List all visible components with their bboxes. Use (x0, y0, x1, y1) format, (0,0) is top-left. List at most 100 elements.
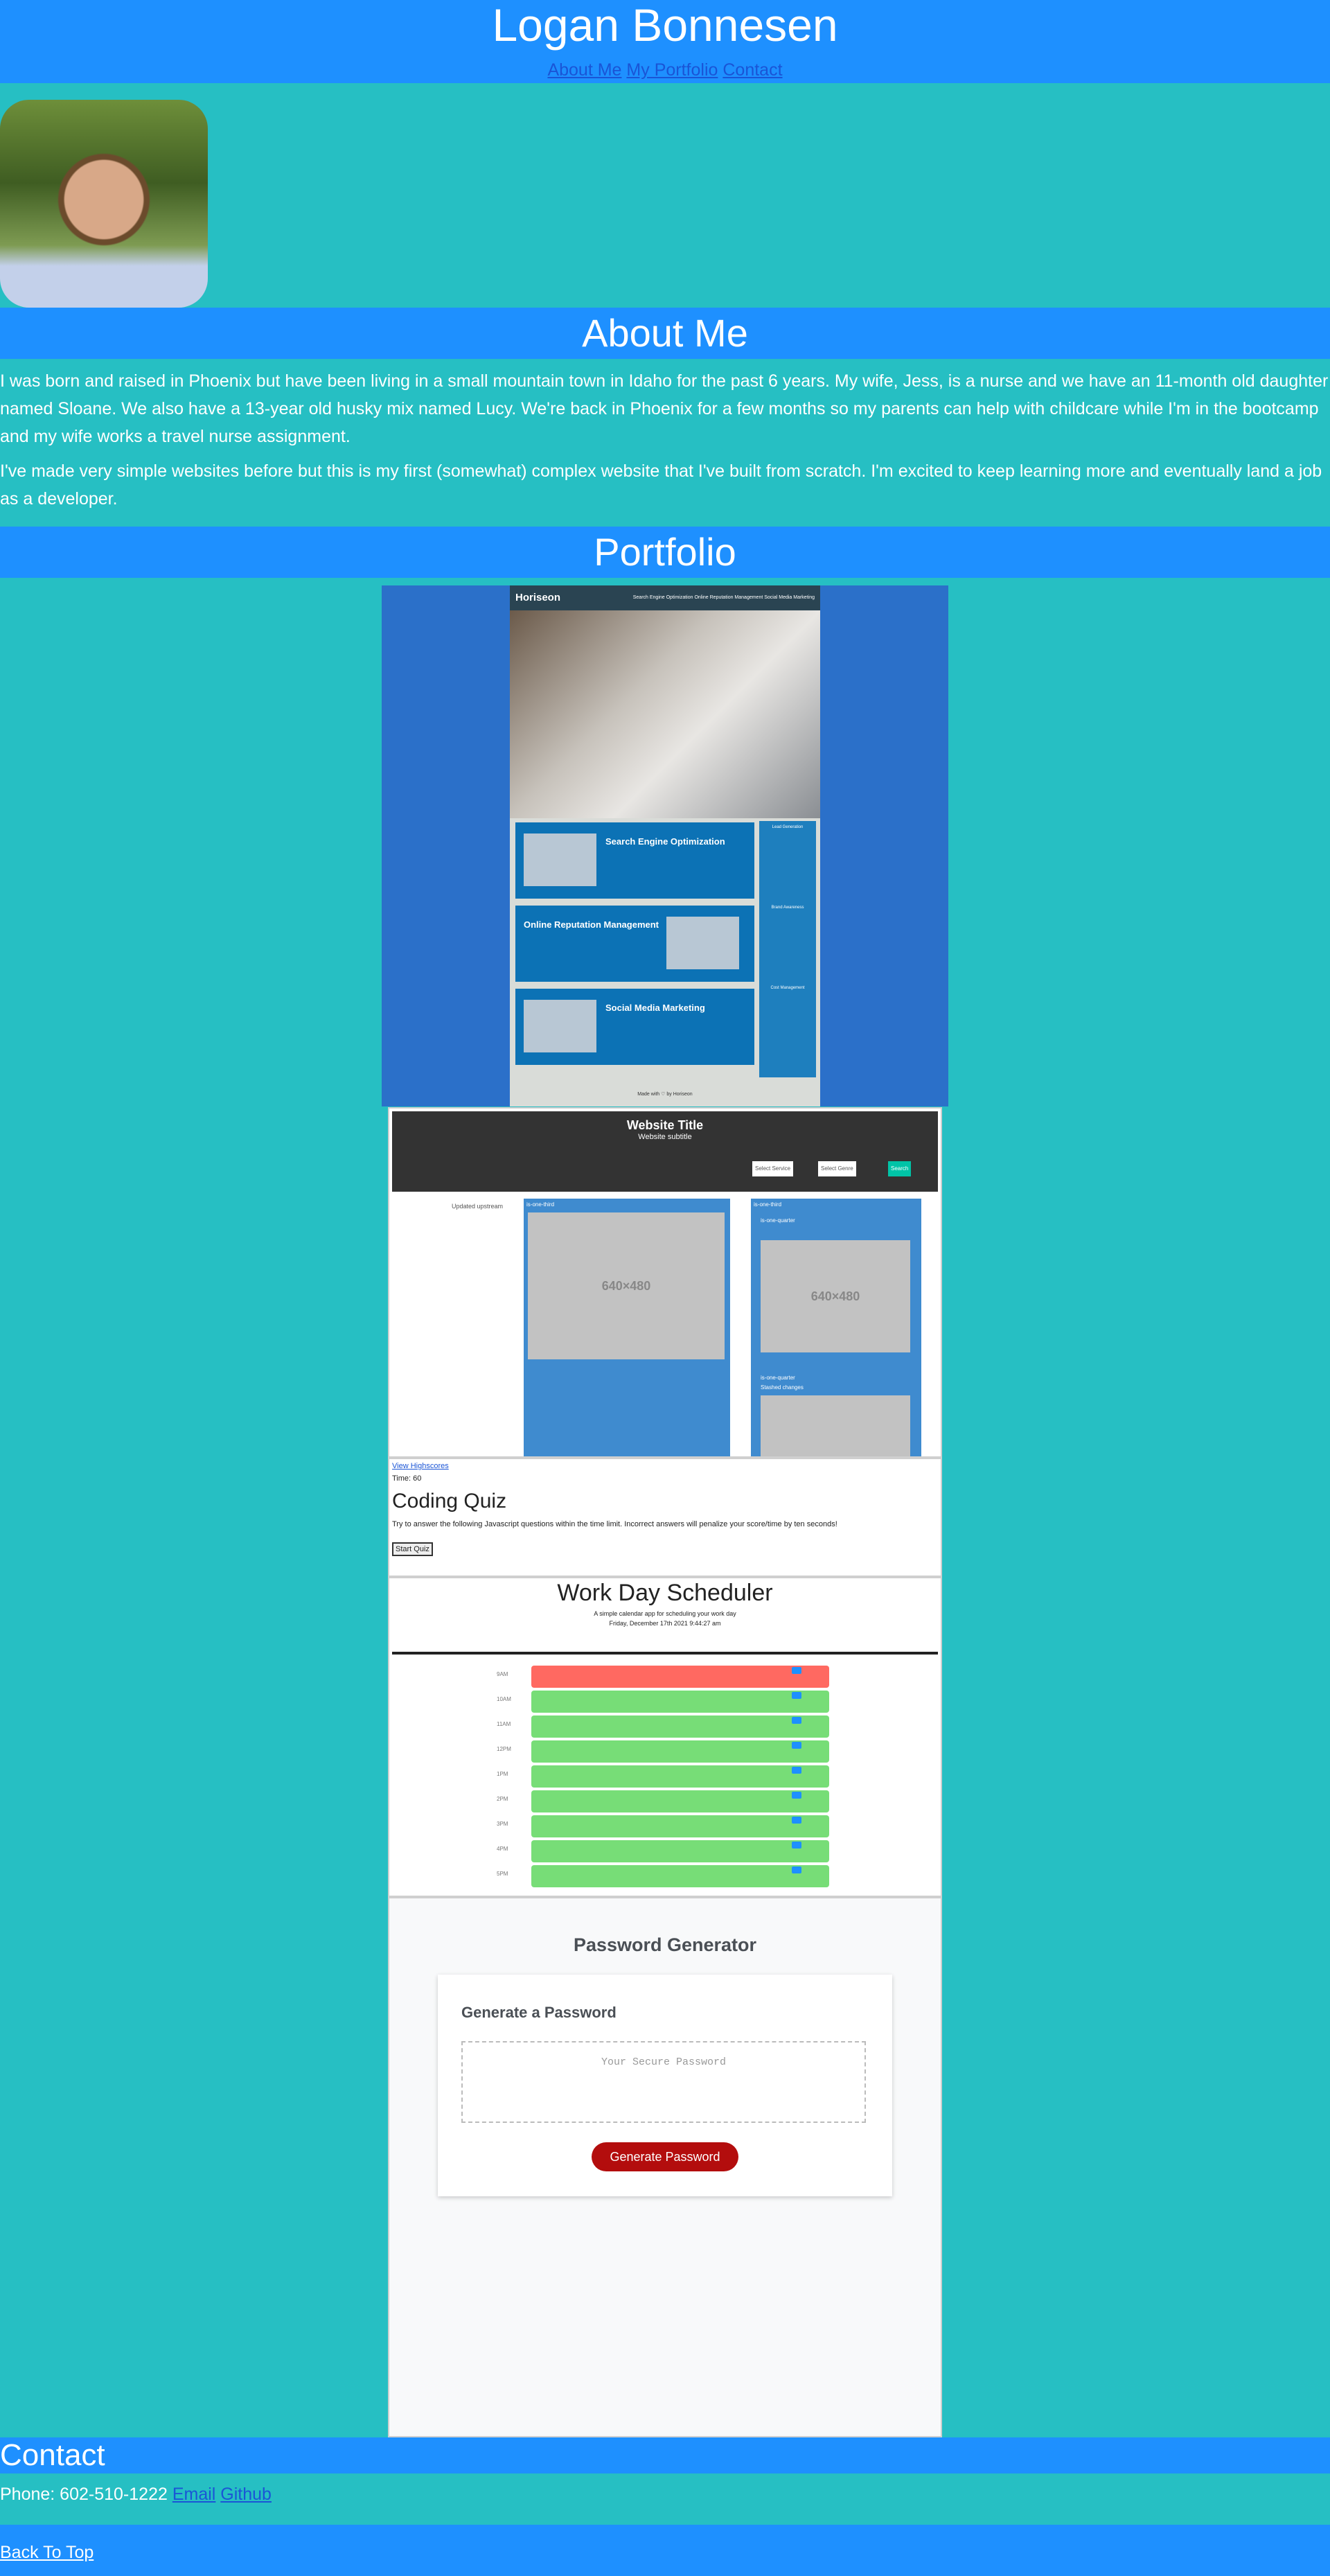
horiseon-box: Online Reputation Management (515, 906, 754, 982)
column-label: is-one-third (526, 1201, 555, 1208)
wt-subtitle: Website subtitle (638, 1133, 692, 1141)
horiseon-page: Horiseon Search Engine Optimization Onli… (510, 585, 820, 1106)
side-title: Brand Awareness (771, 906, 804, 910)
profile-photo (0, 100, 208, 308)
image-placeholder: 640×480 (528, 1212, 725, 1359)
time-block (531, 1715, 829, 1738)
scheduler-divider (392, 1652, 938, 1655)
save-icon (792, 1817, 801, 1824)
time-block (531, 1790, 829, 1812)
hour-label: 3PM (497, 1821, 508, 1827)
save-icon (792, 1867, 801, 1873)
wt-column: is-one-third 640×480 (524, 1199, 730, 1456)
wt-column: is-one-third is-one-quarter 640×480 is-o… (751, 1199, 921, 1456)
contact-section-title: Contact (0, 2437, 1330, 2473)
time-block-row: 4PM (497, 1840, 829, 1862)
password-card: Generate a Password Your Secure Password… (438, 1975, 892, 2196)
nav-link-contact[interactable]: Contact (722, 60, 782, 80)
project-horiseon[interactable]: Horiseon Search Engine Optimization Onli… (382, 585, 948, 1106)
site-footer: Back To Top (0, 2525, 1330, 2576)
time-block (531, 1740, 829, 1763)
hour-label: 9AM (497, 1671, 508, 1677)
scheduler-subtitle: A simple calendar app for scheduling you… (594, 1610, 736, 1617)
save-icon (792, 1792, 801, 1799)
hour-label: 12PM (497, 1746, 511, 1752)
time-block-row: 12PM (497, 1740, 829, 1763)
card-title: Generate a Password (461, 2004, 617, 2021)
time-block-row: 2PM (497, 1790, 829, 1812)
hour-label: 4PM (497, 1846, 508, 1852)
horiseon-box: Social Media Marketing (515, 989, 754, 1065)
horiseon-box: Search Engine Optimization (515, 822, 754, 899)
portfolio-section-title: Portfolio (0, 527, 1330, 578)
horiseon-nav: Horiseon Search Engine Optimization Onli… (510, 585, 820, 610)
stashed-changes-text: Stashed changes (761, 1384, 804, 1391)
box-image (666, 917, 739, 969)
generate-password-button: Generate Password (592, 2142, 738, 2171)
about-paragraph: I was born and raised in Phoenix but hav… (0, 371, 1329, 446)
time-block-row: 11AM (497, 1715, 829, 1738)
quiz-timer: Time: 60 (392, 1474, 422, 1483)
save-icon (792, 1717, 801, 1724)
image-placeholder: 640×480 (761, 1240, 910, 1352)
phone-number: Phone: 602-510-1222 (0, 2485, 168, 2504)
box-title: Online Reputation Management (524, 919, 659, 930)
hour-label: 2PM (497, 1796, 508, 1802)
nav-link-portfolio[interactable]: My Portfolio (626, 60, 718, 80)
hour-label: 11AM (497, 1721, 511, 1727)
password-output: Your Secure Password (461, 2041, 866, 2123)
back-to-top-link[interactable]: Back To Top (0, 2543, 94, 2563)
email-link[interactable]: Email (172, 2485, 216, 2504)
time-block (531, 1840, 829, 1862)
time-block-row: 3PM (497, 1815, 829, 1837)
wt-header: Website Title Website subtitle Select Se… (392, 1111, 938, 1192)
column-label: is-one-third (754, 1201, 782, 1208)
horiseon-brand-bold: seon (536, 592, 561, 603)
time-block-row: 1PM (497, 1765, 829, 1788)
view-highscores-link: View Highscores (392, 1462, 449, 1470)
hour-label: 1PM (497, 1771, 508, 1777)
scheduler-title: Work Day Scheduler (557, 1580, 773, 1606)
time-block-row: 9AM (497, 1666, 829, 1688)
updated-upstream-text: Updated upstream (452, 1203, 504, 1210)
save-icon (792, 1692, 801, 1699)
password-heading: Password Generator (573, 1934, 757, 1955)
column-label: is-one-quarter (761, 1217, 795, 1224)
project-coding-quiz[interactable]: View Highscores Time: 60 Coding Quiz Try… (388, 1458, 942, 1577)
horiseon-brand: Hori (515, 592, 536, 603)
contact-info: Phone: 602-510-1222 Email Github (0, 2483, 272, 2505)
save-icon (792, 1667, 801, 1674)
nav-link-about[interactable]: About Me (547, 60, 621, 80)
time-block (531, 1765, 829, 1788)
time-block (531, 1691, 829, 1713)
save-icon (792, 1742, 801, 1749)
save-icon (792, 1767, 801, 1774)
box-image (524, 833, 596, 886)
image-placeholder (761, 1395, 910, 1456)
box-title: Social Media Marketing (605, 1003, 705, 1013)
horiseon-nav-links: Search Engine Optimization Online Reputa… (632, 595, 815, 600)
project-password-generator[interactable]: Password Generator Generate a Password Y… (388, 1897, 942, 2437)
project-website-title[interactable]: Website Title Website subtitle Select Se… (388, 1107, 942, 1458)
main-nav: About Me My Portfolio Contact (0, 60, 1330, 80)
scheduler-date: Friday, December 17th 2021 9:44:27 am (609, 1620, 721, 1627)
github-link[interactable]: Github (220, 2485, 272, 2504)
site-title: Logan Bonnesen (492, 0, 838, 51)
project-work-day-scheduler[interactable]: Work Day Scheduler A simple calendar app… (388, 1577, 942, 1897)
select-service-dropdown: Select Service (752, 1161, 794, 1176)
time-block (531, 1815, 829, 1837)
horiseon-hero-image (510, 610, 820, 818)
start-quiz-button: Start Quiz (392, 1542, 433, 1556)
select-genre-dropdown: Select Genre (818, 1161, 856, 1176)
box-title: Search Engine Optimization (605, 836, 725, 847)
wt-title: Website Title (626, 1118, 704, 1132)
horiseon-sidebar: Lead Generation Brand Awareness Cost Man… (759, 821, 816, 1077)
horiseon-footer: Made with ♡ by Horiseon (637, 1092, 693, 1097)
about-section-title: About Me (0, 308, 1330, 359)
hour-label: 5PM (497, 1871, 508, 1877)
time-block (531, 1666, 829, 1688)
hour-label: 10AM (497, 1696, 511, 1702)
time-block-row: 10AM (497, 1691, 829, 1713)
box-image (524, 1000, 596, 1052)
quiz-description: Try to answer the following Javascript q… (392, 1520, 837, 1528)
